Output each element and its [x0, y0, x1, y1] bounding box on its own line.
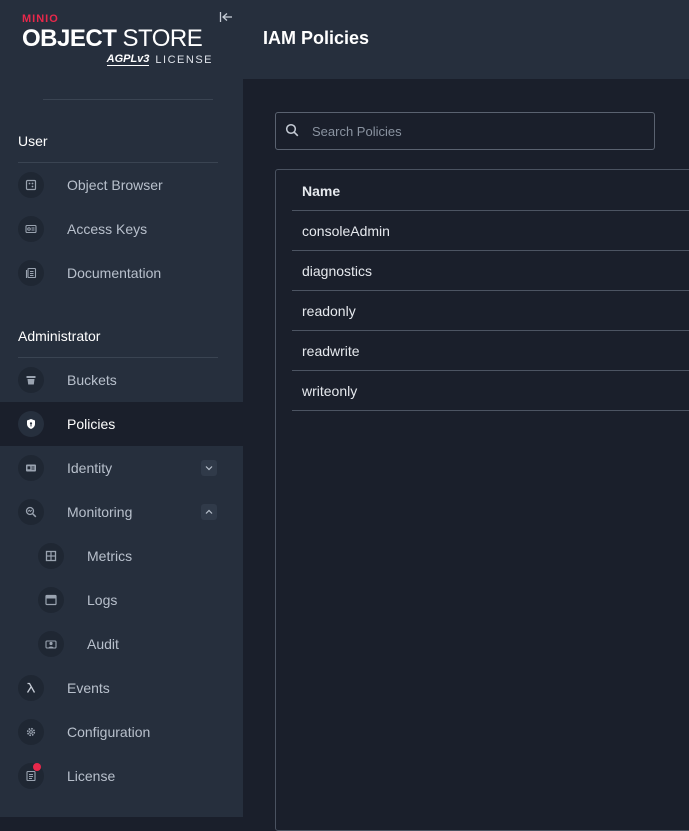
sidebar-item-audit[interactable]: Audit — [0, 622, 243, 666]
brand-logo: MINIO OBJECT STORE AGPLv3 LICENSE — [22, 14, 213, 66]
sidebar-item-identity[interactable]: Identity — [0, 446, 243, 490]
row-divider — [292, 250, 689, 251]
search-icon — [285, 123, 299, 142]
sidebar-item-policies[interactable]: Policies — [0, 402, 243, 446]
search-box[interactable] — [275, 112, 655, 150]
sidebar-item-object-browser[interactable]: Object Browser — [0, 163, 243, 207]
row-divider — [292, 410, 689, 411]
sidebar-item-configuration[interactable]: Configuration — [0, 710, 243, 754]
section-title-user: User — [18, 133, 48, 149]
brand-product: OBJECT STORE — [22, 26, 213, 52]
lambda-icon — [18, 675, 44, 701]
sidebar-item-label: License — [67, 768, 116, 784]
page-title: IAM Policies — [263, 28, 370, 48]
sidebar-item-access-keys[interactable]: Access Keys — [0, 207, 243, 251]
bucket-icon — [18, 367, 44, 393]
row-divider — [292, 210, 689, 211]
sidebar-item-license[interactable]: License — [0, 754, 243, 798]
sidebar-item-buckets[interactable]: Buckets — [0, 358, 243, 402]
sidebar-item-label: Object Browser — [67, 177, 163, 193]
access-keys-icon — [18, 216, 44, 242]
brand-product-bold: OBJECT — [22, 25, 117, 52]
brand-company: MINIO — [22, 13, 59, 25]
sidebar-item-events[interactable]: Events — [0, 666, 243, 710]
sidebar-item-label: Policies — [67, 416, 116, 432]
sidebar-item-monitoring[interactable]: Monitoring — [0, 490, 243, 534]
sidebar-item-label: Audit — [87, 636, 119, 652]
documentation-icon — [18, 260, 44, 286]
column-header-name[interactable]: Name — [302, 183, 340, 199]
row-divider — [292, 330, 689, 331]
page-header: IAM Policies — [243, 0, 689, 79]
sidebar-item-label: Buckets — [67, 372, 117, 388]
sidebar-item-label: Access Keys — [67, 221, 148, 237]
table-row[interactable]: writeonly — [302, 383, 357, 399]
sidebar: MINIO OBJECT STORE AGPLv3 LICENSE User O… — [0, 0, 243, 817]
audit-icon — [38, 631, 64, 657]
section-title-administrator: Administrator — [18, 328, 101, 344]
chevron-up-icon[interactable] — [201, 504, 217, 520]
id-card-icon — [18, 455, 44, 481]
row-divider — [292, 290, 689, 291]
grid-icon — [38, 543, 64, 569]
logs-icon — [38, 587, 64, 613]
row-divider — [292, 370, 689, 371]
agpl-badge: AGPLv3 — [106, 53, 150, 66]
object-browser-icon — [18, 172, 44, 198]
sidebar-item-label: Monitoring — [67, 504, 133, 520]
search-input[interactable] — [312, 113, 642, 149]
magnifier-icon — [18, 499, 44, 525]
sidebar-item-label: Logs — [87, 592, 118, 608]
brand-product-thin: STORE — [122, 25, 203, 52]
table-row[interactable]: consoleAdmin — [302, 223, 390, 239]
sidebar-item-label: Metrics — [87, 548, 133, 564]
gear-icon — [18, 719, 44, 745]
sidebar-item-documentation[interactable]: Documentation — [0, 251, 243, 295]
sidebar-item-label: Identity — [67, 460, 113, 476]
table-row[interactable]: diagnostics — [302, 263, 372, 279]
brand-divider — [43, 99, 213, 100]
sidebar-item-logs[interactable]: Logs — [0, 578, 243, 622]
notification-dot — [33, 763, 41, 771]
sidebar-item-label: Configuration — [67, 724, 151, 740]
table-row[interactable]: readonly — [302, 303, 356, 319]
shield-icon — [18, 411, 44, 437]
sidebar-item-label: Events — [67, 680, 110, 696]
table-row[interactable]: readwrite — [302, 343, 360, 359]
brand-license-word: LICENSE — [155, 53, 213, 66]
policies-table: Name consoleAdmin diagnostics readonly r… — [275, 169, 689, 831]
sidebar-item-label: Documentation — [67, 265, 162, 281]
brand-license-row: AGPLv3 LICENSE — [22, 53, 213, 66]
collapse-sidebar-icon[interactable] — [217, 9, 235, 25]
sidebar-item-metrics[interactable]: Metrics — [0, 534, 243, 578]
chevron-down-icon[interactable] — [201, 460, 217, 476]
